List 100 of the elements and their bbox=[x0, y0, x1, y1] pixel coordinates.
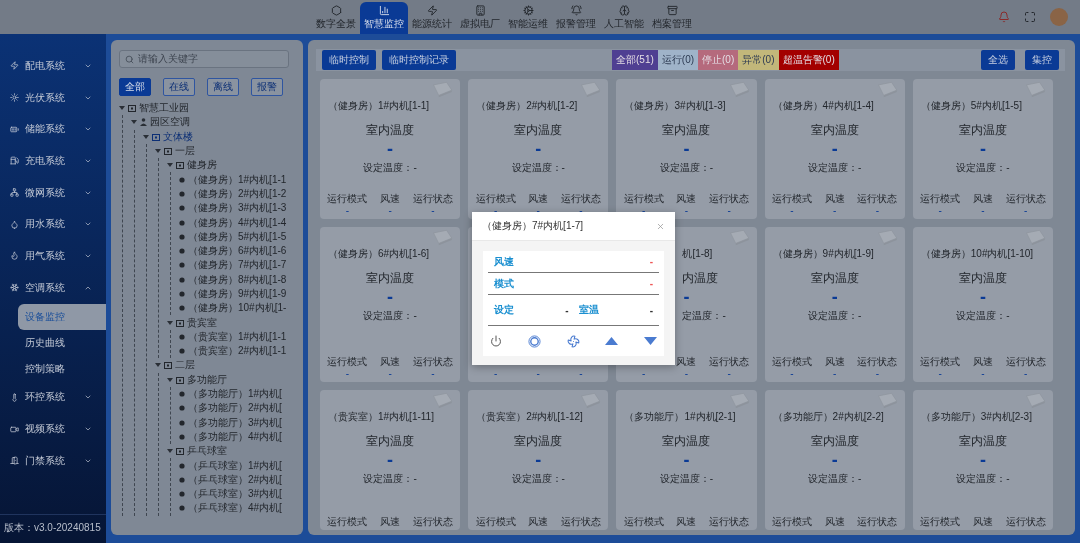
status-filter[interactable]: 停止(0) bbox=[698, 50, 739, 70]
nav-tab[interactable]: 虚拟电厂 bbox=[456, 2, 504, 34]
set-temp: 定温度：- bbox=[682, 309, 726, 322]
stat-label: 风速 bbox=[972, 192, 993, 204]
tree-node[interactable]: （健身房）3#内机[1-3 bbox=[179, 201, 303, 216]
device-card[interactable]: （健身房）9#内机[1-9] 室内温度 - 设定温度：- 运行模式 - 风速 - 运行状态 - bbox=[764, 227, 905, 382]
stat-value: - bbox=[1023, 205, 1028, 216]
status-filter[interactable]: 全部(51) bbox=[612, 50, 658, 70]
toolbar-button[interactable]: 临时控制记录 bbox=[382, 50, 456, 70]
stat-label: 运行状态 bbox=[561, 515, 601, 527]
device-card[interactable]: （健身房）3#内机[1-3] 室内温度 - 设定温度：- 运行模式 - 风速 - 运行状态 - bbox=[616, 79, 757, 219]
device-card[interactable]: （健身房）10#内机[1-10] 室内温度 - 设定温度：- 运行模式 - 风速 - 运行状态 - bbox=[912, 227, 1053, 382]
tree-node[interactable]: （健身房）10#内机[1- bbox=[179, 301, 303, 316]
nav-tab[interactable]: 人工智能 bbox=[600, 2, 648, 34]
tree-node[interactable]: （多功能厅）2#内机[ bbox=[179, 401, 303, 416]
toolbar-button[interactable]: 集控 bbox=[1025, 50, 1059, 70]
tree-node[interactable]: 文体楼 bbox=[143, 129, 303, 144]
stat-label: 运行状态 bbox=[412, 192, 453, 204]
sidebar-item[interactable]: 光伏系统 bbox=[0, 81, 106, 114]
network-icon bbox=[10, 188, 19, 198]
sidebar-subitem[interactable]: 设备监控 bbox=[18, 303, 106, 330]
tree-node[interactable]: 健身房 bbox=[167, 158, 303, 173]
concentric-circle-icon[interactable] bbox=[527, 334, 541, 348]
caret-icon[interactable] bbox=[167, 319, 173, 326]
device-card[interactable]: （健身房）6#内机[1-6] 室内温度 - 设定温度：- 运行模式 - 风速 - 运行状态 - bbox=[320, 227, 461, 382]
nav-tab[interactable]: 智慧监控 bbox=[360, 2, 408, 34]
close-icon[interactable] bbox=[656, 221, 665, 231]
tree-node[interactable]: （多功能厅）4#内机[ bbox=[179, 429, 303, 445]
device-card[interactable]: （贵宾室）2#内机[1-12] 室内温度 - 设定温度：- 运行模式 风速 运行状态 bbox=[468, 390, 609, 530]
tree-node[interactable]: （健身房）8#内机[1-8 bbox=[179, 272, 303, 287]
device-card[interactable]: （健身房）4#内机[1-4] 室内温度 - 设定温度：- 运行模式 - 风速 - 运行状态 - bbox=[764, 79, 905, 219]
tree-node[interactable]: 贵宾室 bbox=[167, 315, 303, 330]
device-card[interactable]: （健身房）5#内机[1-5] 室内温度 - 设定温度：- 运行模式 - 风速 - 运行状态 - bbox=[912, 79, 1053, 219]
fan-icon[interactable] bbox=[566, 334, 580, 348]
sidebar-item[interactable]: 配电系统 bbox=[0, 50, 106, 82]
tree-node[interactable]: （乒乓球室）1#内机[ bbox=[179, 458, 303, 473]
device-card[interactable]: （贵宾室）1#内机[1-11] 室内温度 - 设定温度：- 运行模式 风速 运行状态 bbox=[320, 390, 461, 530]
tree-node[interactable]: （健身房）5#内机[1-5 bbox=[179, 229, 303, 244]
power-icon[interactable] bbox=[490, 335, 502, 347]
sidebar-item[interactable]: 门禁系统 bbox=[0, 444, 106, 477]
tree-node[interactable]: （乒乓球室）2#内机[ bbox=[179, 472, 303, 487]
version-text: 版本：v3.0-20240815 bbox=[0, 514, 106, 535]
nav-tab[interactable]: 档案管理 bbox=[648, 2, 696, 34]
tree-node[interactable]: 多功能厅 bbox=[167, 372, 303, 387]
tree-node[interactable]: （健身房）9#内机[1-9 bbox=[179, 286, 303, 302]
tree-node[interactable]: （健身房）7#内机[1-7 bbox=[179, 258, 303, 273]
sidebar-item[interactable]: 环控系统 bbox=[0, 381, 106, 414]
temp-value: - bbox=[535, 450, 542, 470]
filter-button[interactable]: 全部 bbox=[119, 78, 151, 96]
sidebar-item[interactable]: 空调系统 bbox=[0, 271, 106, 304]
tree-node[interactable]: （多功能厅）1#内机[ bbox=[179, 386, 303, 402]
tree-node[interactable]: （健身房）1#内机[1-1 bbox=[179, 172, 303, 187]
up-triangle-icon[interactable] bbox=[605, 337, 619, 345]
card-title: （健身房）5#内机[1-5] bbox=[920, 99, 1022, 113]
sidebar-item[interactable]: 视频系统 bbox=[0, 413, 106, 445]
tree-node[interactable]: （健身房）6#内机[1-6 bbox=[179, 243, 303, 259]
device-card[interactable]: （多功能厅）2#内机[2-2] 室内温度 - 设定温度：- 运行模式 风速 运行状态 bbox=[764, 390, 905, 530]
tree-node[interactable]: 园区空调 bbox=[131, 115, 303, 130]
dot-icon bbox=[179, 433, 185, 440]
sidebar-subitem[interactable]: 控制策略 bbox=[18, 355, 106, 382]
sidebar-item[interactable]: 用气系统 bbox=[0, 240, 106, 272]
sidebar-item[interactable]: 用水系统 bbox=[0, 208, 106, 241]
card-title: （健身房）3#内机[1-3] bbox=[624, 99, 726, 113]
sidebar-subitem[interactable]: 历史曲线 bbox=[18, 329, 106, 356]
nav-tab[interactable]: 智能运维 bbox=[504, 2, 552, 34]
device-card[interactable]: （健身房）1#内机[1-1] 室内温度 - 设定温度：- 运行模式 - 风速 - 运行状态 - bbox=[320, 79, 461, 219]
filter-button[interactable]: 在线 bbox=[163, 78, 195, 96]
tree-node[interactable]: （健身房）2#内机[1-2 bbox=[179, 186, 303, 202]
nav-tab[interactable]: 能源统计 bbox=[408, 2, 456, 34]
nav-tab[interactable]: 数字全景 bbox=[312, 2, 360, 34]
tree-node[interactable]: （多功能厅）3#内机[ bbox=[179, 415, 303, 430]
tree-node[interactable]: 乒乓球室 bbox=[167, 444, 303, 459]
status-filter[interactable]: 运行(0) bbox=[657, 50, 699, 70]
device-card[interactable]: （多功能厅）3#内机[2-3] 室内温度 - 设定温度：- 运行模式 风速 运行状态 bbox=[912, 390, 1053, 530]
caret-icon[interactable] bbox=[167, 448, 173, 455]
down-triangle-icon[interactable] bbox=[644, 337, 657, 345]
sidebar-item[interactable]: 充电系统 bbox=[0, 145, 106, 177]
tree-node[interactable]: 智慧工业园 bbox=[119, 101, 303, 116]
tree-node[interactable]: （乒乓球室）4#内机[ bbox=[179, 501, 303, 516]
status-filter[interactable]: 超温告警(0) bbox=[778, 50, 839, 70]
stat-value: - bbox=[790, 205, 794, 216]
stat-value: - bbox=[345, 205, 350, 216]
nav-tab[interactable]: 报警管理 bbox=[552, 2, 600, 34]
tree-node[interactable]: （乒乓球室）3#内机[ bbox=[179, 487, 303, 502]
toolbar-button[interactable]: 临时控制 bbox=[322, 50, 376, 70]
tree-node[interactable]: （贵宾室）2#内机[1-1 bbox=[179, 344, 303, 359]
toolbar-button[interactable]: 全选 bbox=[981, 50, 1015, 70]
filter-button[interactable]: 报警 bbox=[251, 78, 283, 96]
status-filter[interactable]: 异常(0) bbox=[738, 50, 779, 70]
bell-icon[interactable] bbox=[998, 11, 1010, 23]
tree-node[interactable]: （健身房）4#内机[1-4 bbox=[179, 215, 303, 230]
search-field[interactable]: 请输入关键字 bbox=[119, 50, 289, 68]
card-title: （多功能厅）2#内机[2-2] bbox=[772, 410, 884, 424]
filter-button[interactable]: 离线 bbox=[207, 78, 239, 96]
sidebar-item[interactable]: 储能系统 bbox=[0, 113, 106, 146]
device-card[interactable]: （健身房）2#内机[1-2] 室内温度 - 设定温度：- 运行模式 - 风速 - 运行状态 - bbox=[468, 79, 609, 219]
sidebar-item[interactable]: 微网系统 bbox=[0, 176, 106, 209]
tree-node[interactable]: （贵宾室）1#内机[1-1 bbox=[179, 329, 303, 345]
fullscreen-icon[interactable] bbox=[1024, 11, 1036, 23]
device-card[interactable]: （多功能厅）1#内机[2-1] 室内温度 - 设定温度：- 运行模式 风速 运行状态 bbox=[616, 390, 757, 530]
